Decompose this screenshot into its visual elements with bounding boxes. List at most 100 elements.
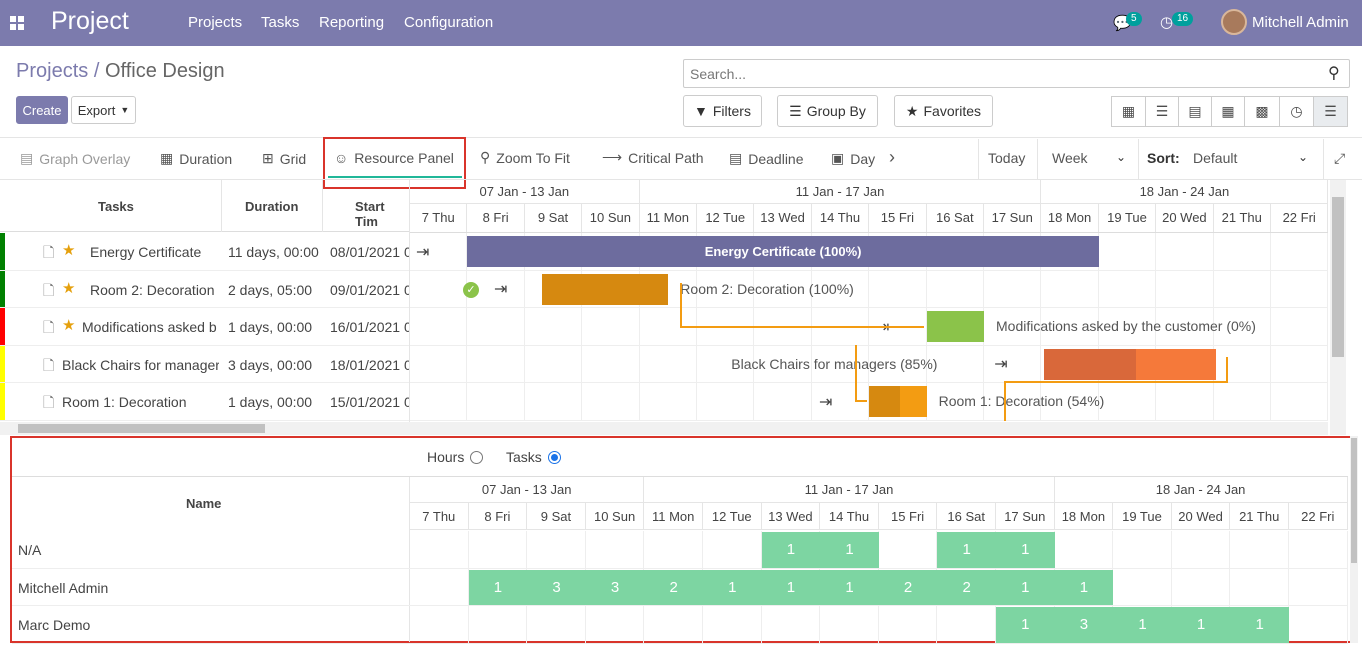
chart-vertical-scrollbar[interactable] bbox=[1330, 180, 1346, 435]
column-header-start[interactable]: Start Tim bbox=[355, 199, 409, 229]
column-divider[interactable] bbox=[221, 180, 222, 232]
critical-path-button[interactable]: ⟶ Critical Path bbox=[602, 149, 704, 166]
duration-button[interactable]: ▦ Duration bbox=[160, 150, 232, 167]
task-bar[interactable] bbox=[926, 311, 984, 343]
grid-horizontal-scrollbar[interactable] bbox=[0, 422, 410, 435]
chart-vscroll-thumb[interactable] bbox=[1332, 197, 1344, 357]
apps-menu-icon[interactable] bbox=[10, 16, 24, 30]
task-bar[interactable]: Energy Certificate (100%) bbox=[467, 236, 1099, 267]
critical-path-label: Critical Path bbox=[628, 149, 704, 166]
filters-button[interactable]: ▼ Filters bbox=[683, 95, 762, 127]
resource-vertical-scrollbar[interactable] bbox=[1350, 436, 1358, 643]
user-avatar[interactable] bbox=[1221, 9, 1247, 35]
grid-button[interactable]: ⊞ Grid bbox=[262, 150, 306, 167]
pivot-view-icon[interactable]: ▦ bbox=[1211, 96, 1245, 127]
resource-load-cell[interactable]: 1 bbox=[1171, 607, 1231, 643]
chart-row-line bbox=[410, 269, 1328, 271]
resource-load-cell[interactable]: 1 bbox=[1113, 607, 1172, 643]
task-start: 09/01/2021 0 bbox=[330, 281, 409, 298]
task-duration: 2 days, 05:00 bbox=[228, 281, 313, 298]
grid-icon: ⊞ bbox=[262, 150, 274, 166]
resource-load-cell[interactable]: 1 bbox=[761, 569, 821, 605]
task-duration: 3 days, 00:00 bbox=[228, 356, 313, 373]
task-bar[interactable] bbox=[869, 386, 927, 418]
app-brand[interactable]: Project bbox=[51, 7, 129, 36]
calendar-view-icon[interactable]: ▤ bbox=[1178, 96, 1212, 127]
create-button[interactable]: Create bbox=[16, 96, 68, 124]
day-label: 18 Mon bbox=[1041, 204, 1099, 232]
resource-panel-button[interactable]: ☺ Resource Panel bbox=[334, 150, 454, 166]
resource-load-cell[interactable]: 2 bbox=[644, 569, 703, 605]
resource-load-cell[interactable]: 1 bbox=[468, 569, 528, 605]
kanban-view-icon[interactable]: ▦ bbox=[1111, 96, 1146, 127]
move-to-start-icon[interactable]: ⇥ bbox=[494, 279, 507, 299]
day-label: 17 Sun bbox=[984, 204, 1042, 232]
chart-horizontal-scrollbar[interactable] bbox=[410, 422, 1328, 435]
gantt-view-icon[interactable]: ☰ bbox=[1313, 96, 1348, 127]
breadcrumb-projects[interactable]: Projects bbox=[16, 60, 88, 82]
resource-load-cell[interactable]: 1 bbox=[996, 607, 1055, 643]
move-to-start-icon[interactable]: ⇥ bbox=[994, 354, 1007, 374]
menu-tasks[interactable]: Tasks bbox=[261, 14, 299, 31]
today-button[interactable]: Today bbox=[988, 150, 1025, 166]
row-line bbox=[0, 307, 409, 309]
dependency-line bbox=[855, 345, 857, 401]
resource-load-cell[interactable]: 1 bbox=[761, 532, 821, 568]
resource-load-cell[interactable]: 1 bbox=[820, 532, 879, 568]
task-bar[interactable] bbox=[1044, 348, 1217, 380]
star-icon[interactable]: ★ bbox=[62, 316, 75, 334]
menu-projects[interactable]: Projects bbox=[188, 14, 242, 31]
move-to-start-icon[interactable]: ⇥ bbox=[819, 392, 832, 412]
resource-load-cell[interactable]: 1 bbox=[937, 532, 996, 568]
task-bar-label: Room 1: Decoration (54%) bbox=[938, 393, 1105, 410]
hours-radio[interactable] bbox=[470, 450, 484, 464]
task-grid: 🗋 ★ Energy Certificate 11 days, 00:00 08/01/… bbox=[0, 233, 409, 421]
resource-load-cell[interactable]: 1 bbox=[996, 569, 1055, 605]
graph-overlay-button[interactable]: ▤ Graph Overlay bbox=[20, 150, 130, 167]
menu-reporting[interactable]: Reporting bbox=[319, 14, 384, 31]
zoom-to-fit-button[interactable]: ⚲ Zoom To Fit bbox=[480, 149, 570, 166]
grid-scroll-thumb[interactable] bbox=[18, 424, 265, 433]
group-by-button[interactable]: ☰ Group By bbox=[777, 95, 878, 127]
day-label: 8 Fri bbox=[467, 204, 525, 232]
day-button[interactable]: ▣ Day bbox=[831, 150, 875, 167]
graph-view-icon[interactable]: ▩ bbox=[1244, 96, 1280, 127]
search-input[interactable]: Search... bbox=[683, 59, 1350, 88]
expand-icon[interactable]: ⤢ bbox=[1334, 150, 1345, 167]
star-icon[interactable]: ★ bbox=[62, 279, 75, 297]
resource-load-cell[interactable]: 1 bbox=[1230, 607, 1289, 643]
resource-load-cell[interactable]: 3 bbox=[585, 569, 645, 605]
scale-select[interactable]: Week bbox=[1052, 150, 1088, 166]
export-button[interactable]: Export ▼ bbox=[71, 96, 136, 124]
resource-load-cell[interactable]: 1 bbox=[820, 569, 879, 605]
move-to-start-icon[interactable]: ⇥ bbox=[416, 242, 429, 262]
deadline-button[interactable]: ▤ Deadline bbox=[729, 150, 804, 167]
list-view-icon[interactable]: ☰ bbox=[1145, 96, 1179, 127]
task-bar[interactable] bbox=[542, 273, 669, 305]
resource-load-cell[interactable]: 2 bbox=[878, 569, 938, 605]
hours-radio-option[interactable]: Hours bbox=[427, 449, 484, 465]
resource-load-cell[interactable]: 1 bbox=[1054, 569, 1114, 605]
tasks-radio-option[interactable]: Tasks bbox=[506, 449, 561, 465]
activity-view-icon[interactable]: ◷ bbox=[1279, 96, 1314, 127]
search-icon[interactable]: ⚲ bbox=[1328, 63, 1340, 83]
sort-select[interactable]: Default bbox=[1193, 150, 1237, 166]
grid-label: Grid bbox=[279, 150, 307, 167]
resource-load-cell[interactable]: 2 bbox=[937, 569, 996, 605]
tasks-radio[interactable] bbox=[547, 450, 561, 464]
resource-load-cell[interactable]: 1 bbox=[996, 532, 1055, 568]
column-divider-2[interactable] bbox=[322, 180, 323, 232]
star-icon[interactable]: ★ bbox=[62, 241, 75, 259]
resource-load-cell[interactable]: 3 bbox=[527, 569, 586, 605]
activity-clock-icon[interactable]: ◷ bbox=[1160, 13, 1173, 31]
favorites-button[interactable]: ★ Favorites bbox=[894, 95, 993, 127]
resource-load-cell[interactable]: 3 bbox=[1054, 607, 1114, 643]
user-menu[interactable]: Mitchell Admin bbox=[1252, 14, 1349, 31]
menu-configuration[interactable]: Configuration bbox=[404, 14, 493, 31]
resource-scroll-thumb[interactable] bbox=[1351, 438, 1357, 563]
column-header-duration[interactable]: Duration bbox=[245, 199, 298, 214]
chevron-right-icon[interactable]: › bbox=[889, 147, 895, 168]
resource-load-cell[interactable]: 1 bbox=[703, 569, 762, 605]
resource-cell-line bbox=[877, 606, 879, 644]
column-header-tasks[interactable]: Tasks bbox=[98, 199, 134, 214]
